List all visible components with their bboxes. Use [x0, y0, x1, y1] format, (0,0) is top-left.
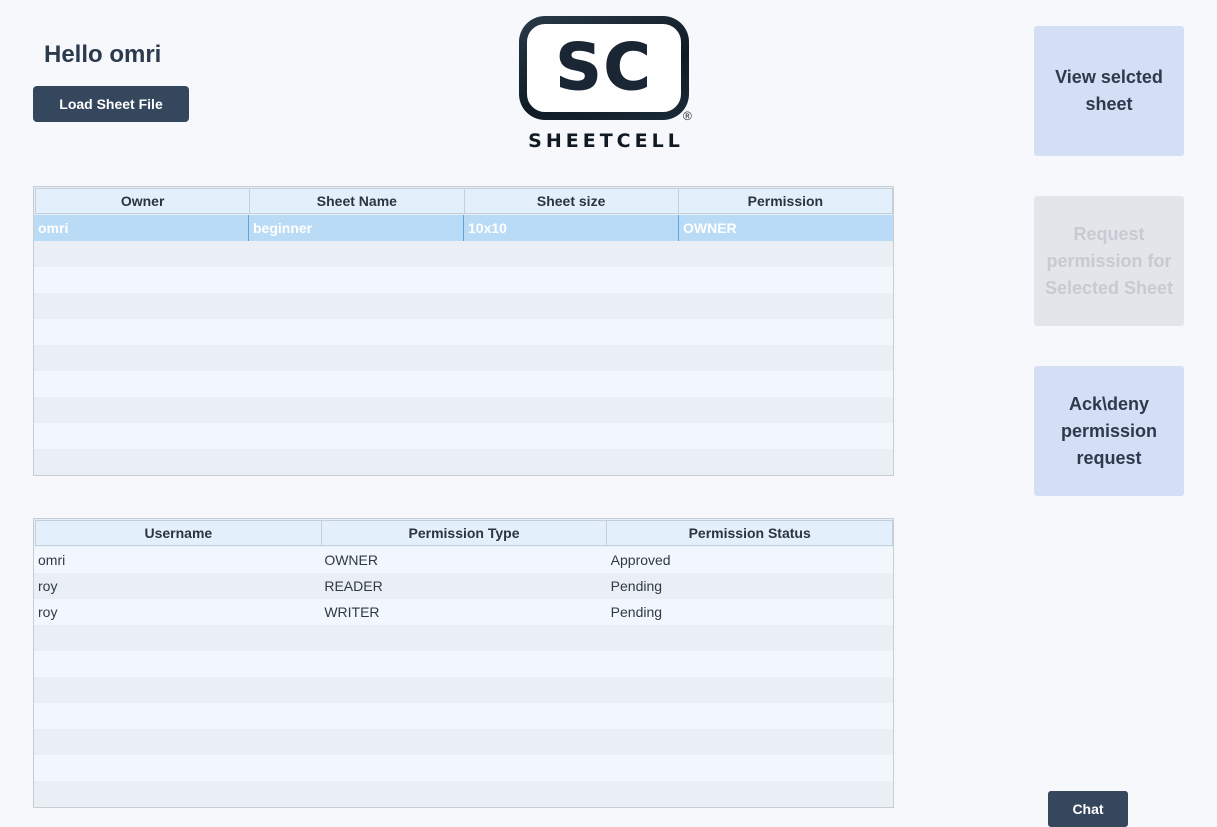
cell-permission-status: Pending [610, 578, 663, 594]
empty-row [34, 651, 893, 677]
cell-sheet-size: 10x10 [464, 215, 679, 241]
empty-row [34, 703, 893, 729]
table-row[interactable]: roy READER Pending [34, 573, 893, 599]
column-header-owner[interactable]: Owner [35, 188, 251, 214]
cell-permission-status: Approved [610, 552, 671, 568]
cell-username: roy [38, 604, 58, 620]
sheets-table-header: Owner Sheet Name Sheet size Permission [34, 187, 893, 215]
cell-sheet-name: beginner [249, 215, 464, 241]
view-selected-sheet-button[interactable]: View selcted sheet [1034, 26, 1184, 156]
empty-row [34, 729, 893, 755]
logo-name: SHEETCELL [528, 130, 684, 152]
logo-registered-mark: ® [683, 109, 692, 123]
request-permission-button[interactable]: Request permission for Selected Sheet [1034, 196, 1184, 326]
permissions-table: Username Permission Type Permission Stat… [33, 518, 894, 808]
empty-row [34, 423, 893, 449]
logo-letters: SC [555, 31, 653, 105]
empty-row [34, 371, 893, 397]
cell-permission: OWNER [683, 220, 737, 236]
cell-username: omri [38, 552, 66, 568]
load-sheet-file-button[interactable]: Load Sheet File [33, 86, 189, 122]
empty-row [34, 267, 893, 293]
empty-row [34, 755, 893, 781]
chat-button[interactable]: Chat [1048, 791, 1128, 827]
empty-row [34, 781, 893, 807]
sheetcell-logo: SC ® SHEETCELL [515, 14, 697, 154]
empty-row [34, 625, 893, 651]
column-header-permission-status[interactable]: Permission Status [606, 520, 893, 546]
permissions-table-header: Username Permission Type Permission Stat… [34, 519, 893, 547]
cell-owner: omri [34, 215, 249, 241]
column-header-permission-type[interactable]: Permission Type [320, 520, 608, 546]
column-header-permission[interactable]: Permission [677, 188, 893, 214]
empty-row [34, 241, 893, 267]
column-header-username[interactable]: Username [35, 520, 322, 546]
table-row[interactable]: roy WRITER Pending [34, 599, 893, 625]
empty-row [34, 449, 893, 475]
sheets-table-body: omri beginner 10x10 OWNER [34, 215, 893, 475]
cell-permission-type: READER [324, 578, 383, 594]
ack-deny-permission-button[interactable]: Ack\deny permission request [1034, 366, 1184, 496]
empty-row [34, 293, 893, 319]
permissions-table-body: omri OWNER Approved roy READER Pending r… [34, 547, 893, 807]
empty-row [34, 397, 893, 423]
sheets-table: Owner Sheet Name Sheet size Permission o… [33, 186, 894, 476]
greeting-title: Hello omri [44, 41, 162, 68]
cell-permission-status: Pending [610, 604, 663, 620]
cell-permission-type: OWNER [324, 552, 378, 568]
empty-row [34, 677, 893, 703]
column-header-sheet-size[interactable]: Sheet size [463, 188, 679, 214]
table-row[interactable]: omri beginner 10x10 OWNER [34, 215, 893, 241]
empty-row [34, 319, 893, 345]
cell-permission-type: WRITER [324, 604, 380, 620]
empty-row [34, 345, 893, 371]
table-row[interactable]: omri OWNER Approved [34, 547, 893, 573]
logo-badge: SC [519, 16, 689, 120]
logo-badge-inner: SC [527, 24, 681, 112]
cell-username: roy [38, 578, 58, 594]
column-header-sheet-name[interactable]: Sheet Name [249, 188, 465, 214]
